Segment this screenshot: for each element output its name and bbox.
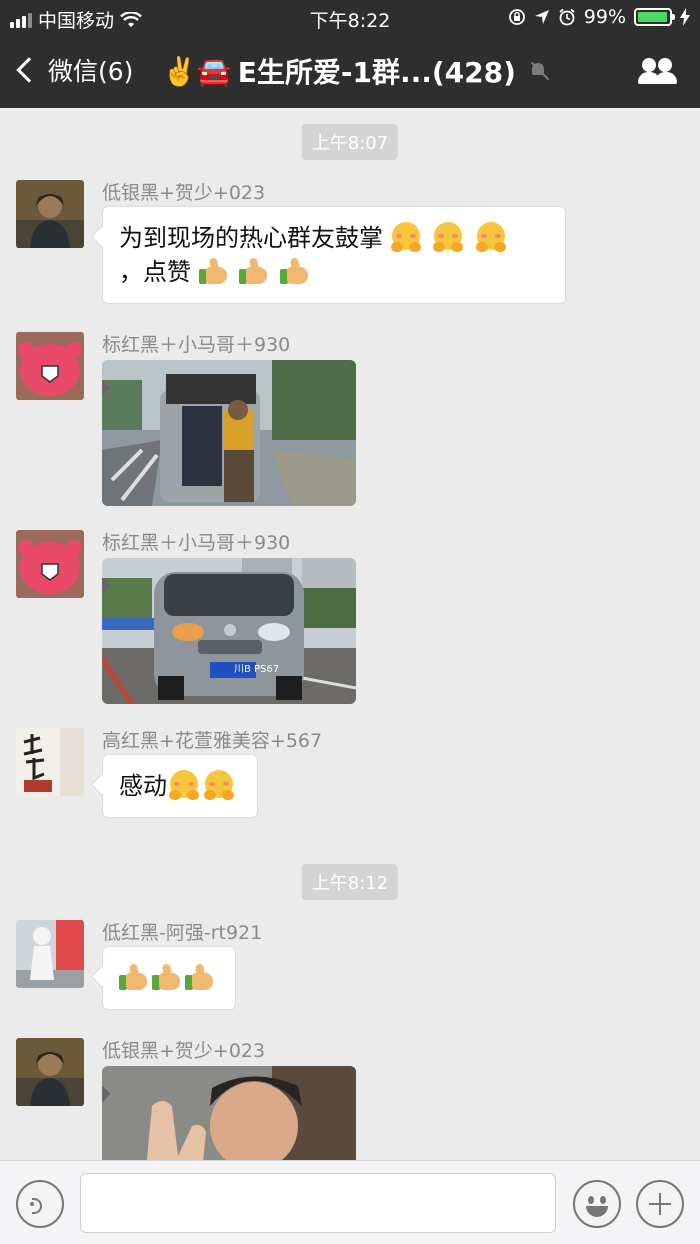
plus-icon[interactable] [636, 1180, 684, 1228]
status-right: 99% [508, 6, 690, 28]
sender-name: 标红黑＋小马哥＋930 [102, 334, 291, 356]
avatar[interactable] [16, 728, 84, 796]
message-text: 感动 [119, 772, 167, 800]
battery-icon [634, 8, 675, 26]
thumbs-up-icon [239, 256, 269, 286]
mute-icon [528, 60, 550, 82]
avatar[interactable] [16, 920, 84, 988]
timestamp: 上午8:07 [301, 124, 399, 160]
hugging-face-icon [204, 770, 234, 800]
charging-icon [680, 8, 690, 26]
thumbs-up-icon [152, 962, 182, 992]
input-bar [0, 1160, 700, 1244]
chat-title[interactable]: ✌️🚘 E生所爱-1群...(428) [162, 51, 550, 91]
thumbs-up-icon [279, 256, 310, 286]
message-image[interactable] [102, 1066, 356, 1160]
hugging-face-icon [390, 222, 421, 252]
message-text: ，点赞 [119, 258, 191, 286]
orientation-lock-icon [508, 9, 525, 25]
battery-percent: 99% [583, 6, 626, 28]
hugging-face-icon [169, 770, 199, 800]
avatar[interactable] [16, 1038, 84, 1106]
message-text: 为到现场的热心群友鼓掌 [119, 224, 383, 252]
status-bar: 中国移动 下午8:22 99% [0, 0, 700, 36]
group-members-icon[interactable] [638, 58, 678, 86]
alarm-icon [559, 8, 575, 26]
timestamp: 上午8:12 [301, 864, 399, 900]
title-text: E生所爱-1群...(428) [237, 56, 516, 89]
message-input[interactable] [80, 1173, 556, 1233]
hugging-face-icon [433, 222, 464, 252]
voice-icon[interactable] [16, 1180, 64, 1228]
avatar[interactable] [16, 530, 84, 598]
avatar[interactable] [16, 180, 84, 248]
sender-name: 低银黑+贺少+023 [102, 1040, 266, 1062]
chat-area[interactable]: 上午8:07 低银黑+贺少+023 为到现场的热心群友鼓掌 ，点赞 标红黑＋小马… [0, 108, 700, 1160]
sender-name: 低银黑+贺少+023 [102, 182, 266, 204]
sender-name: 标红黑＋小马哥＋930 [102, 532, 291, 554]
thumbs-up-icon [198, 256, 229, 286]
thumbs-up-icon [185, 962, 215, 992]
back-label: 微信(6) [48, 57, 134, 86]
message-image[interactable]: 川B PS671 [102, 558, 356, 704]
emoji-icon[interactable] [573, 1180, 621, 1228]
message-bubble[interactable]: 为到现场的热心群友鼓掌 ，点赞 [102, 206, 566, 304]
message-bubble[interactable] [102, 946, 236, 1010]
back-button[interactable]: 微信(6) [14, 52, 133, 88]
back-chevron-icon [16, 57, 42, 83]
message-image[interactable] [102, 360, 356, 506]
sender-name: 低红黑-阿强-rt921 [102, 922, 263, 944]
sender-name: 高红黑+花萱雅美容+567 [102, 730, 323, 752]
message-bubble[interactable]: 感动 [102, 754, 258, 818]
hugging-face-icon [475, 222, 506, 252]
thumbs-up-icon [119, 962, 149, 992]
avatar[interactable] [16, 332, 84, 400]
license-plate-text: 川B PS671 [234, 664, 280, 675]
location-icon [534, 10, 549, 24]
nav-bar: 微信(6) ✌️🚘 E生所爱-1群...(428) [0, 36, 700, 108]
title-emoji: ✌️🚘 [162, 54, 232, 88]
